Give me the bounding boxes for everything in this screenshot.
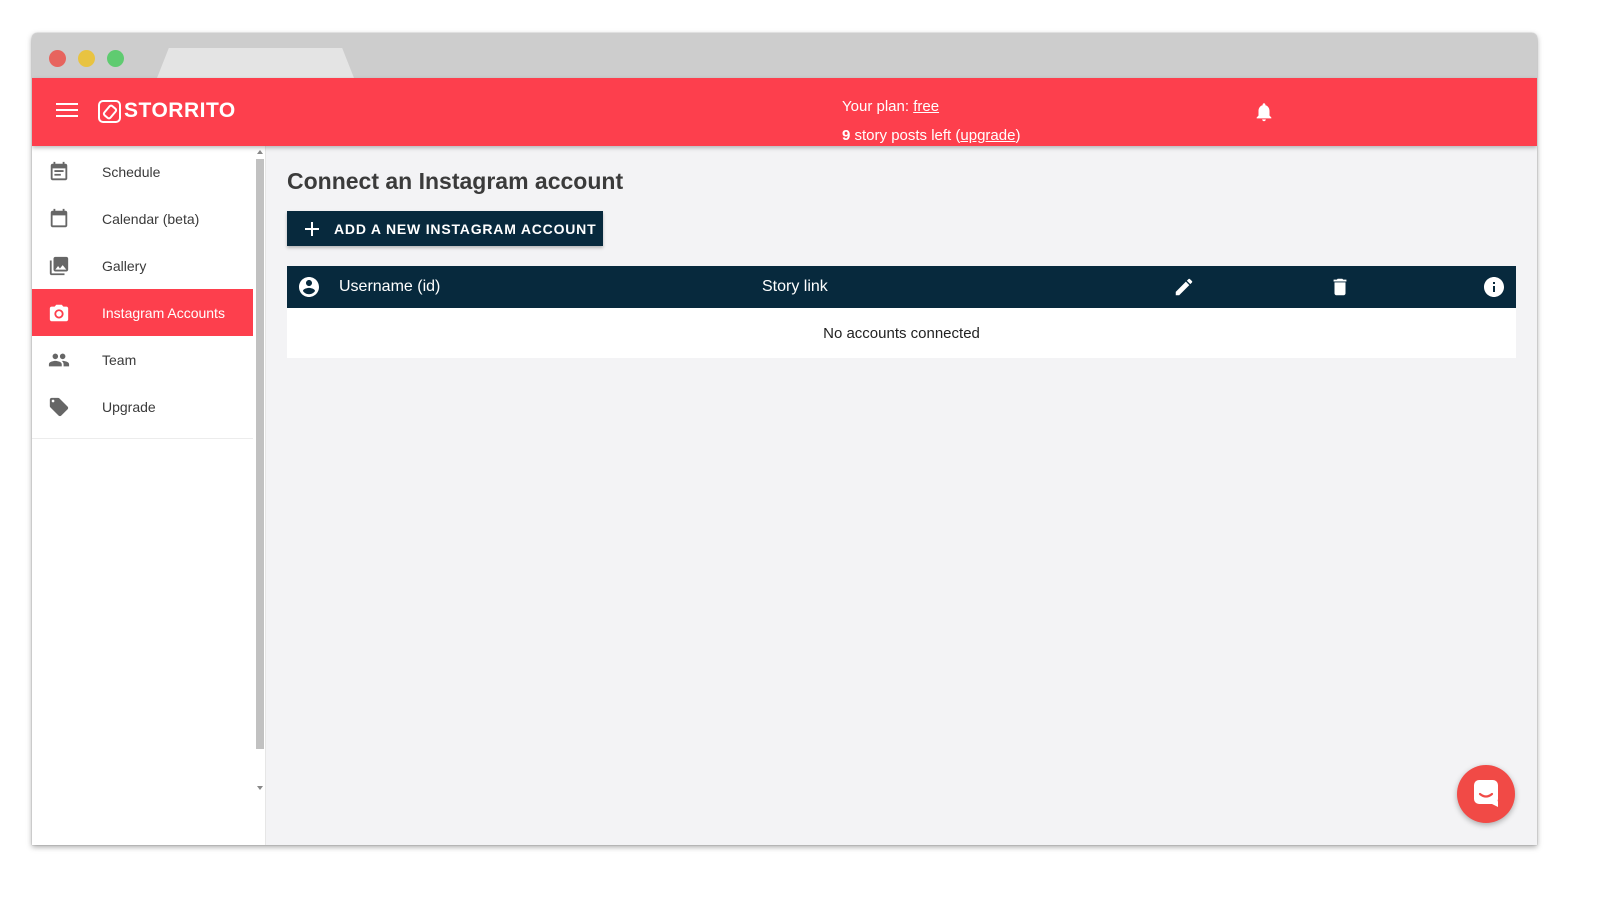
upgrade-link[interactable]: upgrade bbox=[960, 127, 1015, 144]
browser-chrome bbox=[32, 33, 1537, 78]
schedule-icon bbox=[32, 161, 102, 183]
chat-icon bbox=[1471, 777, 1501, 812]
posts-left-line: 9 story posts left (upgrade) bbox=[842, 121, 1020, 150]
chat-launcher-button[interactable] bbox=[1457, 765, 1515, 823]
table-header: Username (id) Story link bbox=[287, 266, 1516, 308]
plan-prefix: Your plan: bbox=[842, 98, 910, 115]
posts-count: 9 bbox=[842, 127, 851, 144]
sidebar: Schedule Calendar (beta) Gallery Instagr… bbox=[32, 146, 266, 845]
tag-icon bbox=[32, 396, 102, 418]
sidebar-item-schedule[interactable]: Schedule bbox=[32, 148, 253, 195]
posts-suffix: ) bbox=[1015, 127, 1021, 144]
column-story-link[interactable]: Story link bbox=[762, 266, 828, 308]
sidebar-item-calendar[interactable]: Calendar (beta) bbox=[32, 195, 253, 242]
sidebar-item-team[interactable]: Team bbox=[32, 336, 253, 383]
sidebar-item-label: Team bbox=[102, 351, 137, 368]
add-instagram-account-button[interactable]: ADD A NEW INSTAGRAM ACCOUNT bbox=[287, 211, 603, 246]
plan-line: Your plan: free bbox=[842, 92, 1020, 121]
sidebar-item-instagram-accounts[interactable]: Instagram Accounts bbox=[32, 289, 253, 336]
page-title: Connect an Instagram account bbox=[287, 168, 624, 194]
sidebar-item-label: Instagram Accounts bbox=[102, 304, 225, 321]
sidebar-item-label: Gallery bbox=[102, 257, 147, 274]
notifications-bell-icon[interactable] bbox=[1253, 101, 1275, 123]
edit-icon[interactable] bbox=[1173, 266, 1195, 308]
sidebar-item-label: Upgrade bbox=[102, 398, 156, 415]
info-icon[interactable] bbox=[1482, 266, 1506, 308]
hamburger-menu-icon[interactable] bbox=[56, 100, 78, 120]
close-window-button[interactable] bbox=[49, 50, 66, 67]
app-header: STORRITO Your plan: free 9 story posts l… bbox=[32, 78, 1537, 146]
main-content: Connect an Instagram account ADD A NEW I… bbox=[267, 146, 1537, 845]
column-username[interactable]: Username (id) bbox=[339, 266, 440, 308]
browser-tab[interactable] bbox=[157, 48, 354, 78]
sidebar-item-label: Schedule bbox=[102, 163, 161, 180]
sidebar-item-upgrade[interactable]: Upgrade bbox=[32, 383, 253, 430]
browser-window: STORRITO Your plan: free 9 story posts l… bbox=[32, 33, 1537, 845]
accounts-table: Username (id) Story link No accounts con… bbox=[287, 266, 1516, 358]
table-empty-row: No accounts connected bbox=[287, 308, 1516, 358]
delete-icon[interactable] bbox=[1329, 266, 1351, 308]
sidebar-item-label: Calendar (beta) bbox=[102, 210, 200, 227]
gallery-icon bbox=[32, 255, 102, 277]
posts-text: story posts left ( bbox=[854, 127, 961, 144]
scroll-down-arrow-icon[interactable] bbox=[257, 786, 263, 790]
logo-icon bbox=[98, 99, 121, 123]
camera-icon bbox=[32, 302, 102, 324]
account-circle-icon bbox=[297, 266, 321, 308]
calendar-icon bbox=[32, 208, 102, 230]
sidebar-item-gallery[interactable]: Gallery bbox=[32, 242, 253, 289]
logo-text: STORRITO bbox=[124, 99, 236, 122]
sidebar-nav: Schedule Calendar (beta) Gallery Instagr… bbox=[32, 148, 253, 439]
empty-state-text: No accounts connected bbox=[823, 324, 980, 342]
scroll-up-arrow-icon[interactable] bbox=[257, 150, 263, 154]
scroll-thumb[interactable] bbox=[256, 159, 264, 749]
maximize-window-button[interactable] bbox=[107, 50, 124, 67]
team-icon bbox=[32, 349, 102, 371]
plan-info: Your plan: free 9 story posts left (upgr… bbox=[842, 92, 1020, 150]
plus-icon bbox=[302, 219, 322, 239]
add-button-label: ADD A NEW INSTAGRAM ACCOUNT bbox=[334, 220, 597, 237]
plan-link[interactable]: free bbox=[913, 98, 939, 115]
storrito-logo[interactable]: STORRITO bbox=[98, 98, 236, 124]
minimize-window-button[interactable] bbox=[78, 50, 95, 67]
sidebar-scrollbar[interactable] bbox=[254, 146, 266, 796]
